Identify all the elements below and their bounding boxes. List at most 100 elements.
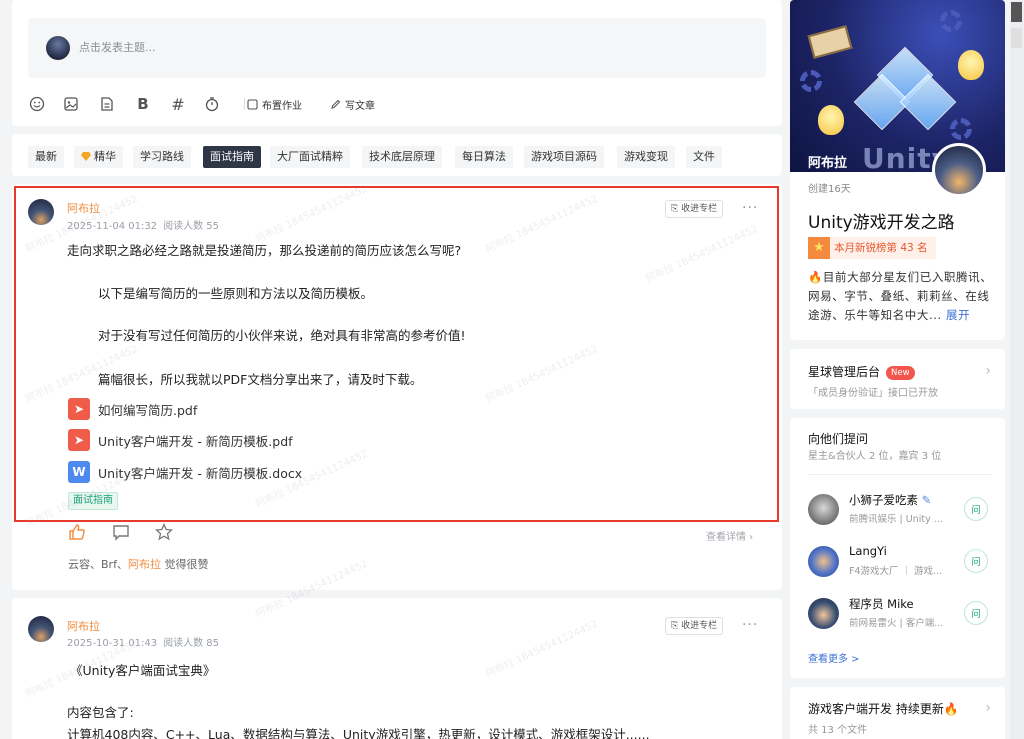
created-days: 创建16天 [808, 184, 851, 195]
see-more-link[interactable]: 查看更多 > [808, 650, 860, 665]
update-title: 游戏客户端开发 持续更新🔥 [808, 702, 959, 716]
likes-suffix: 觉得很赞 [160, 558, 209, 571]
post-date-text: 2025-11-04 01:32 [67, 221, 158, 232]
tab-featured[interactable]: 精华 [74, 146, 123, 168]
post-date: 2025-11-04 01:32 阅读人数 55 [67, 217, 219, 232]
collect-icon: ⎘ [671, 204, 682, 214]
author-name[interactable]: 阿布拉 [67, 200, 100, 216]
tab-files[interactable]: 文件 [686, 146, 722, 168]
rank-badge[interactable]: ★ 本月新锐榜第 43 名 [808, 237, 936, 259]
collect-label: 收进专栏 [681, 204, 718, 214]
star-icon[interactable] [154, 522, 174, 546]
admin-title: 星球管理后台 New [808, 363, 915, 380]
more-options-icon[interactable]: ··· [742, 200, 758, 216]
group-avatar[interactable] [932, 143, 986, 197]
user-avatar [46, 36, 70, 60]
tab-daily-algorithm[interactable]: 每日算法 [455, 146, 513, 168]
tab-latest[interactable]: 最新 [28, 146, 64, 168]
like-icon[interactable] [68, 523, 86, 546]
post-paragraph: 内容包含了: [67, 705, 134, 720]
gear-icon [940, 10, 962, 32]
gear-icon [950, 118, 972, 140]
tab-label: 游戏变现 [624, 150, 668, 163]
liker-highlight[interactable]: 阿布拉 [128, 558, 161, 571]
ask-button[interactable]: 问 [964, 497, 988, 521]
tab-interview-guide[interactable]: 面试指南 [203, 146, 261, 168]
post-paragraph: 计算机408内容、C++、Lua、数据结构与算法、Unity游戏引擎，热更新，设… [67, 727, 650, 739]
expand-link[interactable]: 展开 [946, 308, 970, 322]
file-icon[interactable] [98, 95, 116, 113]
file-attachment[interactable]: ➤ 如何编写简历.pdf [68, 398, 197, 420]
chevron-right-icon: › [985, 700, 991, 716]
person-item[interactable]: 程序员 Mike 前网易雷火 | 客户端... 问 [808, 596, 998, 632]
author-avatar[interactable] [28, 616, 54, 642]
file-name: Unity客户端开发 - 新简历模板.docx [98, 465, 303, 481]
tab-game-source[interactable]: 游戏项目源码 [524, 146, 604, 168]
new-badge: New [886, 366, 915, 380]
emoji-icon[interactable] [28, 95, 46, 113]
side-strip [1010, 0, 1024, 739]
person-avatar [808, 494, 839, 525]
view-details-link[interactable]: 查看详情 › [706, 528, 753, 543]
ask-button[interactable]: 问 [964, 549, 988, 573]
ask-button[interactable]: 问 [964, 601, 988, 625]
collect-column-button[interactable]: ⎘ 收进专栏 [665, 200, 724, 218]
side-tool-button[interactable] [1011, 28, 1022, 48]
post-paragraph: 篇幅很长，所以我就以PDF文档分享出来了，请及时下载。 [98, 372, 423, 387]
tab-learning-path[interactable]: 学习路线 [133, 146, 191, 168]
hashtag-icon[interactable]: # [169, 95, 187, 114]
person-item[interactable]: 小狮子爱吃素 ✎ 前腾讯娱乐 | Unity ... 问 [808, 492, 998, 528]
composer-card: 点击发表主题... B # 布置作业 写文章 [12, 0, 782, 126]
group-owner-name: 阿布拉 [808, 156, 848, 171]
bold-icon[interactable]: B [134, 95, 152, 113]
tab-label: 文件 [693, 150, 715, 163]
side-tool-button[interactable] [1011, 2, 1022, 22]
star-icon: ★ [808, 237, 830, 259]
admin-panel-card[interactable]: 星球管理后台 New 「成员身份验证」接口已开放 › [790, 349, 1005, 409]
post-paragraph: 以下是编写简历的一些原则和方法以及简历模板。 [98, 286, 374, 301]
author-name[interactable]: 阿布拉 [67, 618, 100, 634]
more-options-icon[interactable]: ··· [742, 617, 758, 633]
collect-column-button[interactable]: ⎘ 收进专栏 [665, 617, 724, 635]
person-desc: F4游戏大厂 ｜ 游戏... [849, 566, 943, 577]
file-attachment[interactable]: ➤ Unity客户端开发 - 新简历模板.pdf [68, 429, 293, 451]
image-icon[interactable] [62, 95, 80, 113]
post-card: 阿布拉 2025-11-04 01:32 阅读人数 55 ⎘ 收进专栏 ··· 走… [12, 184, 782, 590]
likes-line: 云容、Brf、阿布拉 觉得很赞 [68, 556, 208, 572]
collect-icon: ⎘ [671, 621, 682, 631]
assign-homework-label: 布置作业 [262, 101, 302, 112]
post-paragraph: 《Unity客户端面试宝典》 [70, 663, 216, 678]
post-date: 2025-10-31 01:43 阅读人数 85 [67, 634, 219, 649]
file-name: Unity客户端开发 - 新简历模板.pdf [98, 433, 293, 449]
pdf-icon: ➤ [68, 398, 90, 420]
likers: 云容、Brf、 [68, 558, 128, 571]
tab-low-level-principles[interactable]: 技术底层原理 [362, 146, 442, 168]
tab-label: 技术底层原理 [369, 150, 435, 163]
write-article-button[interactable]: 写文章 [330, 97, 375, 112]
book-icon [807, 25, 853, 59]
admin-subtitle: 「成员身份验证」接口已开放 [808, 388, 938, 399]
tab-big-tech-interview[interactable]: 大厂面试精粹 [270, 146, 350, 168]
toolbar-divider [244, 98, 245, 110]
person-name: 程序员 Mike [849, 597, 914, 611]
author-avatar[interactable] [28, 199, 54, 225]
comment-icon[interactable] [112, 523, 130, 546]
write-article-label: 写文章 [345, 101, 375, 112]
timer-icon[interactable] [203, 95, 221, 113]
post-tag[interactable]: 面试指南 [68, 492, 118, 510]
update-card[interactable]: 游戏客户端开发 持续更新🔥 共 13 个文件 › [790, 687, 1005, 739]
gear-icon [800, 70, 822, 92]
group-title: Unity游戏开发之路 [808, 213, 955, 233]
post-paragraph: 走向求职之路必经之路就是投递简历，那么投递前的简历应该怎么写呢? [67, 243, 462, 258]
tab-label: 每日算法 [462, 150, 506, 163]
assign-homework-button[interactable]: 布置作业 [247, 97, 302, 112]
tab-label: 学习路线 [140, 150, 184, 163]
file-attachment[interactable]: W Unity客户端开发 - 新简历模板.docx [68, 461, 302, 483]
tab-game-monetization[interactable]: 游戏变现 [617, 146, 675, 168]
post-input[interactable]: 点击发表主题... [28, 18, 766, 78]
person-item[interactable]: LangYi F4游戏大厂 ｜ 游戏... 问 [808, 544, 998, 580]
person-desc: 前网易雷火 | 客户端... [849, 618, 944, 629]
person-name: LangYi [849, 544, 887, 558]
lightbulb-icon [958, 50, 984, 80]
homework-icon [247, 99, 258, 110]
